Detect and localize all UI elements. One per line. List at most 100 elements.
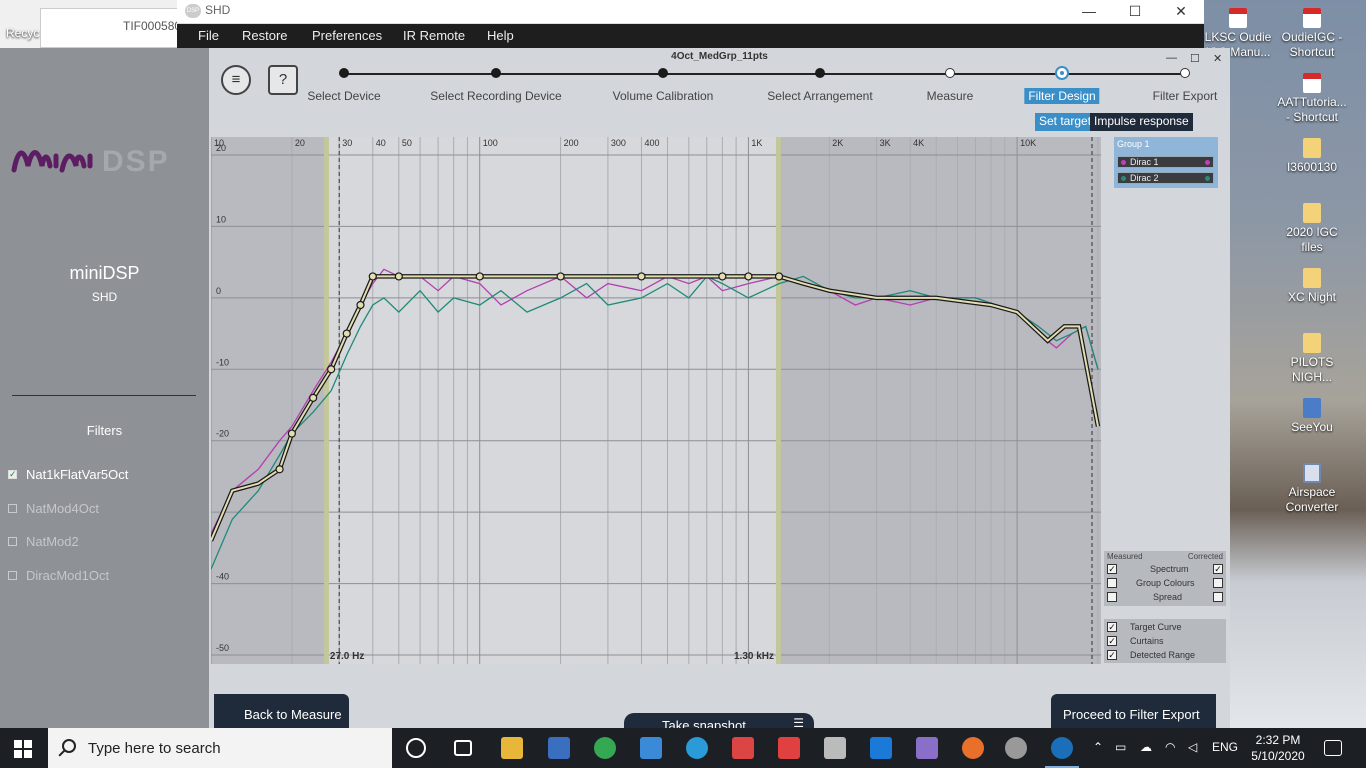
back-to-measure-button[interactable]: Back to Measure [214,694,349,730]
cortana-icon[interactable] [406,738,426,758]
shd-taskbar-icon[interactable] [1045,737,1079,768]
checkbox-checked[interactable]: ✓ [8,470,17,479]
target-point [394,272,403,281]
target-point [556,272,565,281]
curtain-low-label: 27.0 Hz [330,651,364,662]
target-curve-checkbox[interactable]: ✓ [1107,622,1117,632]
option-spread: Spread [1104,591,1226,604]
overlay-options-panel: ✓ Target Curve ✓ Curtains ✓ Detected Ran… [1104,619,1226,663]
series-dot [1205,160,1210,165]
window-titlebar: DSP SHD — ☐ ✕ [177,0,1204,24]
dropbox-icon[interactable] [870,737,892,759]
menu-restore[interactable]: Restore [242,28,288,43]
desktop-icon-i3600130[interactable]: I3600130 [1274,138,1350,175]
minidsp-taskbar-icon[interactable] [1005,737,1027,759]
target-point [275,465,284,474]
onedrive-icon[interactable]: ☁ [1140,740,1152,754]
curtain-high-edge [776,137,782,664]
frequency-response-chart[interactable]: 10203040501002003004001K2K3K4K10K20K2010… [211,137,1101,664]
close-button[interactable]: ✕ [1158,0,1204,24]
group-item-dirac1[interactable]: Dirac 1 [1117,156,1214,168]
detected-range-checkbox[interactable]: ✓ [1107,650,1117,660]
desktop-icon-xc-night[interactable]: XC Night [1274,268,1350,305]
wifi-icon[interactable]: ◠ [1165,740,1175,754]
group-item-dirac2[interactable]: Dirac 2 [1117,172,1214,184]
hamburger-menu-button[interactable]: ≡ [221,65,251,95]
desktop-icon-aattutorial[interactable]: AATTutoria... - Shortcut [1274,73,1350,125]
sync-app-icon[interactable] [778,737,800,759]
spread-measured-checkbox[interactable] [1107,592,1117,602]
task-view-icon[interactable] [454,740,472,756]
desktop-icon-seeyou[interactable]: SeeYou [1274,398,1350,435]
help-button[interactable]: ? [268,65,298,95]
maximize-button[interactable]: ☐ [1112,0,1158,24]
curtain-low-edge [323,137,329,664]
group-colours-measured-checkbox[interactable] [1107,578,1117,588]
background-window: Recyc TIF000580 [0,0,181,48]
menu-help[interactable]: Help [487,28,514,43]
windows-start-button[interactable] [14,740,32,758]
minidsp-logo: DSP [11,145,168,178]
spread-corrected-checkbox[interactable] [1213,592,1223,602]
target-point [309,393,318,402]
desktop-icon-pilots-night[interactable]: PILOTS NIGH... [1274,333,1350,385]
inner-close-button[interactable]: ✕ [1213,52,1222,65]
spectrum-corrected-checkbox[interactable]: ✓ [1213,564,1223,574]
chrome-icon[interactable] [594,737,616,759]
store-icon[interactable] [548,737,570,759]
step-dot [945,68,955,78]
curtains-checkbox[interactable]: ✓ [1107,636,1117,646]
proceed-to-filter-export-button[interactable]: Proceed to Filter Export [1051,694,1216,730]
notifications-icon[interactable] [1324,740,1342,756]
tab-set-target[interactable]: Set target [1035,113,1096,131]
taskbar-search[interactable]: Type here to search [48,728,392,768]
menu-ir-remote[interactable]: IR Remote [403,28,465,43]
desktop-icon-airspace-converter[interactable]: Airspace Converter [1274,463,1350,515]
inner-minimize-button[interactable]: — [1166,52,1177,64]
passband-region [326,137,780,664]
tray-chevron-icon[interactable]: ⌃ [1093,740,1103,754]
inner-maximize-button[interactable]: ☐ [1190,52,1200,65]
target-point [368,272,377,281]
checkbox-unchecked[interactable] [8,537,17,546]
filters-title: Filters [86,423,123,438]
desktop-icon-oudieigc[interactable]: OudieIGC - Shortcut [1274,8,1350,60]
weather-app-icon[interactable] [732,737,754,759]
recycle-bin-label[interactable]: Recyc [6,26,39,40]
folder-icon [1303,203,1321,223]
x-tick-label: 300 [611,138,626,148]
menu-file[interactable]: File [198,28,219,43]
option-spectrum: ✓ Spectrum ✓ [1107,564,1223,574]
group-colours-corrected-checkbox[interactable] [1213,578,1223,588]
language-indicator[interactable]: ENG [1212,740,1238,754]
background-tab[interactable]: TIF000580 [40,8,181,48]
file-explorer-icon[interactable] [501,737,523,759]
target-point [774,272,784,281]
checkbox-unchecked[interactable] [8,504,17,513]
desktop-icon-2020-igc[interactable]: 2020 IGC files [1274,203,1350,255]
checkbox-unchecked[interactable] [8,571,17,580]
tab-impulse-response[interactable]: Impulse response [1090,113,1193,131]
firefox-icon[interactable] [962,737,984,759]
pdf-icon [1303,73,1321,93]
brand-subtitle: SHD [91,290,118,304]
groups-panel: Group 1 Dirac 1 Dirac 2 [1114,137,1218,188]
y-tick-label: 10 [216,214,226,224]
menu-preferences[interactable]: Preferences [312,28,382,43]
mail-icon[interactable] [640,737,662,759]
volume-icon[interactable]: ◁ [1188,740,1197,754]
sidebar: DSP miniDSP SHD Filters ✓ Nat1kFlatVar5Oc… [0,48,209,728]
clock[interactable]: 2:32 PM 5/10/2020 [1248,732,1308,764]
battery-icon[interactable]: ▭ [1115,740,1126,754]
step-dot-current [1055,66,1069,80]
spectrum-measured-checkbox[interactable]: ✓ [1107,564,1117,574]
step-dot [815,68,825,78]
target-point [287,429,296,438]
snipping-tool-icon[interactable] [916,737,938,759]
minimize-button[interactable]: — [1066,0,1112,24]
target-point [342,329,351,338]
paint-icon[interactable] [824,737,846,759]
x-tick-label: 4K [913,138,924,148]
edge-icon[interactable] [686,737,708,759]
target-point [718,272,727,281]
